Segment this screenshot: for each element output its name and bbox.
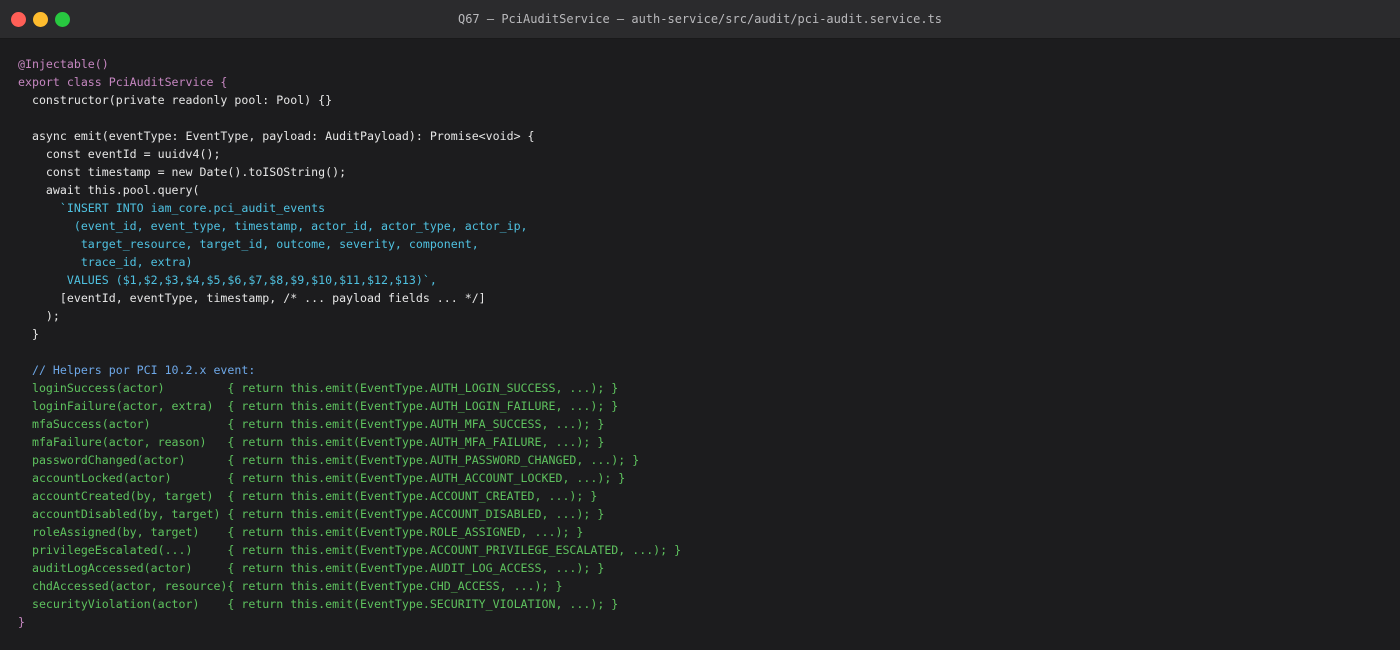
code-line: auditLogAccessed(actor) { return this.em… (18, 561, 605, 575)
code-line: (event_id, event_type, timestamp, actor_… (18, 219, 528, 233)
code-line: const eventId = uuidv4(); (18, 147, 221, 161)
code-view[interactable]: @Injectable() export class PciAuditServic… (18, 55, 1400, 631)
code-line: VALUES ($1,$2,$3,$4,$5,$6,$7,$8,$9,$10,$… (18, 273, 437, 287)
code-line: `INSERT INTO iam_core.pci_audit_events (18, 201, 326, 215)
code-line: await this.pool.query( (18, 183, 200, 197)
code-line: constructor(private readonly pool: Pool)… (18, 93, 333, 107)
code-line: accountCreated(by, target) { return this… (18, 489, 598, 503)
code-line: const timestamp = new Date().toISOString… (18, 165, 347, 179)
code-line: [eventId, eventType, timestamp, /* ... p… (18, 291, 486, 305)
code-line: // Helpers por PCI 10.2.x event: (18, 363, 256, 377)
code-line: export class PciAuditService { (18, 75, 228, 89)
code-line: } (18, 327, 39, 341)
code-line: accountDisabled(by, target) { return thi… (18, 507, 605, 521)
code-line: async emit(eventType: EventType, payload… (18, 129, 535, 143)
code-line: loginSuccess(actor) { return this.emit(E… (18, 381, 619, 395)
code-line: roleAssigned(by, target) { return this.e… (18, 525, 584, 539)
code-line: loginFailure(actor, extra) { return this… (18, 399, 619, 413)
title-bar: Q67 — PciAuditService — auth-service/src… (0, 0, 1400, 39)
code-line: chdAccessed(actor, resource){ return thi… (18, 579, 563, 593)
code-line: ); (18, 309, 60, 323)
code-line: accountLocked(actor) { return this.emit(… (18, 471, 626, 485)
code-line: mfaSuccess(actor) { return this.emit(Eve… (18, 417, 605, 431)
code-line: trace_id, extra) (18, 255, 193, 269)
code-line: mfaFailure(actor, reason) { return this.… (18, 435, 605, 449)
code-line: passwordChanged(actor) { return this.emi… (18, 453, 640, 467)
code-line: securityViolation(actor) { return this.e… (18, 597, 619, 611)
code-line: @Injectable() (18, 57, 109, 71)
terminal-window: Q67 — PciAuditService — auth-service/src… (0, 0, 1400, 650)
code-line: target_resource, target_id, outcome, sev… (18, 237, 479, 251)
window-title: Q67 — PciAuditService — auth-service/src… (457, 12, 943, 26)
code-line: privilegeEscalated(...) { return this.em… (18, 543, 682, 557)
code-line: } (18, 615, 25, 629)
